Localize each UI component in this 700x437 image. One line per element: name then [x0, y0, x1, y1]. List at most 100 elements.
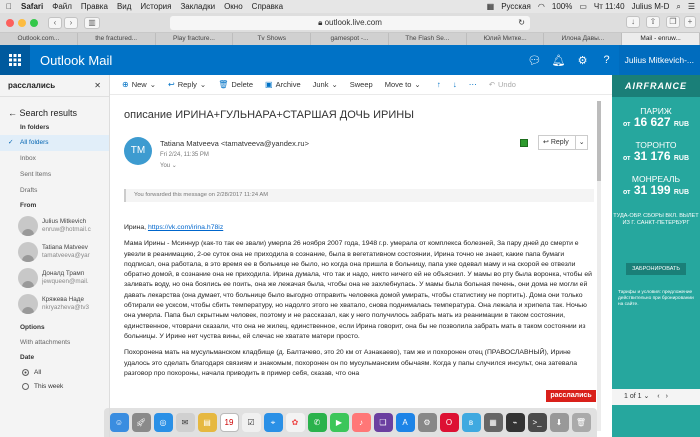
- sender-filter-item[interactable]: Доналд Трамп jewqueen@mail.: [0, 265, 109, 291]
- wifi-icon[interactable]: ◠: [538, 2, 545, 11]
- flag-icon[interactable]: ▦: [487, 2, 495, 11]
- sender-filter-item[interactable]: Julius Mitkevich enruw@hotmail.c: [0, 213, 109, 239]
- delete-button[interactable]: 🗑︎ Delete: [218, 80, 253, 89]
- download-icon[interactable]: ↓: [626, 16, 640, 28]
- minimize-window-button[interactable]: [18, 18, 26, 27]
- search-input[interactable]: расслались: [8, 81, 55, 90]
- folder-all-folders[interactable]: ✓ All folders: [0, 135, 109, 151]
- tab-active[interactable]: Mail - enruw...: [622, 33, 700, 45]
- with-attachments-option[interactable]: With attachments: [0, 335, 109, 351]
- date-all-radio[interactable]: All: [0, 365, 109, 379]
- chevron-down-icon[interactable]: ⌄: [643, 393, 649, 400]
- reply-toolbar-button[interactable]: ↩ Reply ⌄: [168, 80, 206, 89]
- search-box[interactable]: расслались ✕: [0, 75, 109, 97]
- tab[interactable]: The Flash Se...: [389, 33, 467, 45]
- opera-icon[interactable]: O: [439, 413, 459, 432]
- ad-book-button[interactable]: ЗАБРОНИРОВАТЬ: [626, 263, 686, 275]
- reply-button[interactable]: ↩ Reply ⌄: [538, 135, 588, 150]
- junk-button[interactable]: Junk ⌄: [313, 80, 338, 89]
- safari-icon[interactable]: ◎: [153, 413, 173, 432]
- tab[interactable]: Илона Давы...: [544, 33, 623, 45]
- mail-icon[interactable]: ✉: [175, 413, 195, 432]
- apple-icon[interactable]: : [6, 2, 12, 11]
- next-message-button[interactable]: ↓: [453, 80, 457, 89]
- system-preferences-icon[interactable]: ⚙: [417, 413, 437, 432]
- sidebar-toggle-icon[interactable]: ▥: [84, 16, 100, 29]
- tab[interactable]: Tv Shows: [233, 33, 312, 45]
- reload-icon[interactable]: ↻: [518, 16, 525, 30]
- ad-banner[interactable]: AIRFRANCE ПАРИЖ от 16 627 RUB ТОРОНТО от…: [612, 75, 700, 437]
- menu-edit[interactable]: Правка: [81, 2, 108, 11]
- prev-page-icon[interactable]: ‹: [657, 393, 659, 400]
- next-page-icon[interactable]: ›: [666, 393, 668, 400]
- user-account-menu[interactable]: Julius Mitkevich-...: [618, 45, 700, 75]
- share-icon[interactable]: ⇧: [646, 16, 660, 28]
- skype-chat-icon[interactable]: 💬︎: [523, 45, 547, 75]
- menu-help[interactable]: Справка: [252, 2, 283, 11]
- activity-monitor-icon[interactable]: ⌁: [505, 413, 525, 432]
- archive-button[interactable]: ▣ Archive: [265, 80, 301, 89]
- downloads-folder-icon[interactable]: ⬇: [549, 413, 569, 432]
- menu-app-name[interactable]: Safari: [21, 2, 43, 11]
- battery-icon[interactable]: ▭: [579, 2, 587, 11]
- notifications-bell-icon[interactable]: 🔔︎: [547, 45, 571, 75]
- trash-icon[interactable]: 🗑︎: [571, 413, 591, 432]
- vk-icon[interactable]: в: [461, 413, 481, 432]
- folder-sent-items[interactable]: Sent Items: [0, 167, 109, 183]
- preview-icon[interactable]: ▦: [483, 413, 503, 432]
- calendar-icon[interactable]: 19: [219, 413, 239, 432]
- close-window-button[interactable]: [6, 18, 14, 27]
- user-name[interactable]: Julius M-D: [632, 2, 670, 11]
- reading-scrollbar[interactable]: [597, 101, 601, 431]
- clear-search-icon[interactable]: ✕: [94, 81, 101, 90]
- settings-gear-icon[interactable]: ⚙: [571, 45, 595, 75]
- tabs-overview-icon[interactable]: ❐: [666, 16, 680, 28]
- app-store-icon[interactable]: A: [395, 413, 415, 432]
- undo-button[interactable]: ↶ Undo: [489, 80, 516, 89]
- search-results-heading[interactable]: ← Search results: [0, 105, 109, 121]
- sender-filter-item[interactable]: Tatiana Matveev tamatveeva@yar: [0, 239, 109, 265]
- tab[interactable]: Outlook.com...: [0, 33, 78, 45]
- photos-icon[interactable]: ✿: [285, 413, 305, 432]
- new-tab-icon[interactable]: +: [684, 16, 696, 28]
- tab[interactable]: the fractured...: [78, 33, 156, 45]
- tab[interactable]: Play fracture...: [156, 33, 234, 45]
- scroll-thumb[interactable]: [597, 101, 601, 181]
- app-launcher-button[interactable]: [0, 45, 30, 75]
- reminders-icon[interactable]: ☑: [241, 413, 261, 432]
- sender-address[interactable]: Tatiana Matveeva <tamatveeva@yandex.ru>: [160, 139, 309, 148]
- launchpad-icon[interactable]: 🚀︎: [131, 413, 151, 432]
- tab[interactable]: Юлий Митке...: [467, 33, 545, 45]
- spotlight-icon[interactable]: ⌕: [676, 2, 680, 12]
- list-icon[interactable]: ☰: [688, 2, 695, 11]
- clock[interactable]: Чт 11:40: [594, 2, 625, 11]
- finder-icon[interactable]: ☺: [109, 413, 129, 432]
- sender-filter-item[interactable]: Кряжева Наде nkryazheva@tv3: [0, 291, 109, 317]
- previous-message-button[interactable]: ↑: [437, 80, 441, 89]
- menu-history[interactable]: История: [140, 2, 171, 11]
- messages-icon[interactable]: ✆: [307, 413, 327, 432]
- sweep-button[interactable]: Sweep: [350, 80, 373, 89]
- menu-window[interactable]: Окно: [224, 2, 243, 11]
- notes-icon[interactable]: ▤: [197, 413, 217, 432]
- maps-icon[interactable]: ⌖: [263, 413, 283, 432]
- zoom-window-button[interactable]: [30, 18, 38, 27]
- back-button[interactable]: ‹: [48, 16, 62, 29]
- new-button[interactable]: ⊕ New ⌄: [122, 80, 156, 89]
- battery-percent[interactable]: 100%: [552, 2, 572, 11]
- folder-inbox[interactable]: Inbox: [0, 151, 109, 167]
- profile-link[interactable]: https://vk.com/irina.h78iz: [148, 224, 223, 231]
- recipient[interactable]: You ⌄: [160, 162, 177, 169]
- more-actions-button[interactable]: ⋯: [469, 80, 477, 89]
- menu-file[interactable]: Файл: [52, 2, 72, 11]
- facetime-icon[interactable]: ▶: [329, 413, 349, 432]
- menu-view[interactable]: Вид: [117, 2, 131, 11]
- menu-bookmarks[interactable]: Закладки: [180, 2, 215, 11]
- terminal-icon[interactable]: >_: [527, 413, 547, 432]
- address-bar[interactable]: 🔒︎ outlook.live.com ↻: [170, 16, 530, 30]
- date-this-week-radio[interactable]: This week: [0, 379, 109, 393]
- help-icon[interactable]: ?: [595, 45, 619, 75]
- itunes-icon[interactable]: ♪: [351, 413, 371, 432]
- move-to-button[interactable]: Move to ⌄: [385, 80, 421, 89]
- folder-drafts[interactable]: Drafts: [0, 183, 109, 199]
